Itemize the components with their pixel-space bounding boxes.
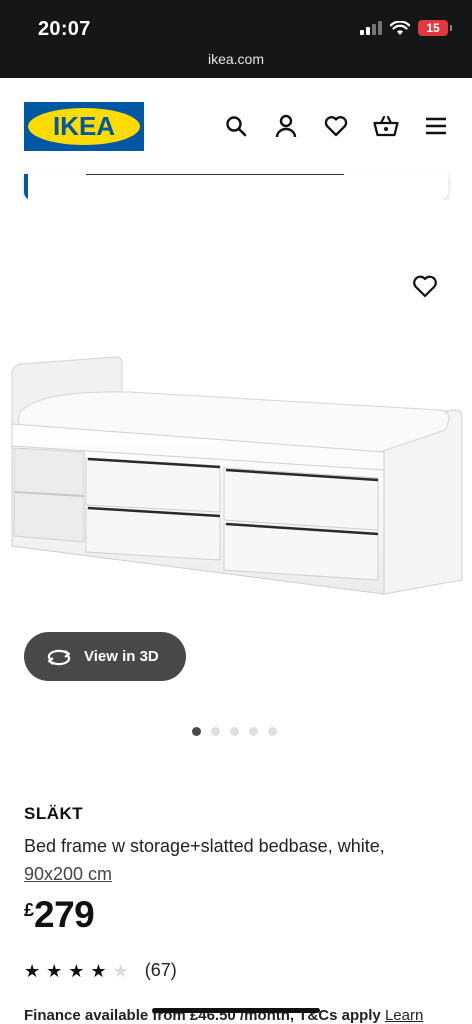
review-count[interactable]: (67)	[145, 960, 177, 981]
carousel-dot-2[interactable]	[211, 727, 220, 736]
signal-icon	[360, 21, 382, 35]
status-time: 20:07	[38, 18, 91, 40]
wifi-icon	[390, 20, 410, 35]
product-image	[11, 356, 463, 595]
logo-text: IKEA	[52, 111, 116, 141]
price-value: 279	[34, 894, 95, 935]
logo-oval: IKEA	[28, 108, 140, 145]
carousel-dots	[192, 727, 277, 736]
ikea-logo[interactable]: IKEA	[24, 102, 144, 151]
status-bar: 20:07 15 ikea.com	[0, 0, 472, 78]
finance-learn-link[interactable]: Learn	[385, 1007, 423, 1024]
price-currency: £	[24, 900, 35, 920]
size-link[interactable]: 90x200 cm	[24, 864, 112, 884]
site-header: IKEA	[0, 78, 472, 174]
star-full-icon: ★	[68, 960, 85, 981]
product-description: Bed frame w storage+slatted bedbase, whi…	[24, 832, 454, 888]
carousel-dot-4[interactable]	[249, 727, 258, 736]
account-icon[interactable]	[272, 112, 300, 140]
star-full-icon: ★	[46, 960, 63, 981]
banner-link[interactable]	[86, 174, 344, 175]
carousel-dot-1[interactable]	[192, 727, 201, 736]
address-bar-url[interactable]: ikea.com	[0, 51, 472, 67]
menu-icon[interactable]	[422, 112, 450, 140]
view-in-3d-button[interactable]: View in 3D	[24, 632, 186, 681]
view-in-3d-label: View in 3D	[84, 648, 159, 665]
product-name: SLÄKT	[24, 804, 84, 823]
header-icons	[222, 112, 450, 140]
basket-icon[interactable]	[372, 112, 400, 140]
star-empty-icon: ★	[112, 960, 129, 981]
product-description-text: Bed frame w storage+slatted bedbase, whi…	[24, 836, 385, 856]
product-price: £ 279	[24, 894, 95, 936]
home-indicator[interactable]	[152, 1008, 320, 1013]
status-icons: 15	[360, 20, 452, 36]
banner-accent	[24, 174, 28, 200]
carousel-dot-3[interactable]	[230, 727, 239, 736]
wishlist-heart-icon[interactable]	[322, 112, 350, 140]
star-full-icon: ★	[90, 960, 107, 981]
search-icon[interactable]	[222, 112, 250, 140]
star-full-icon: ★	[24, 960, 41, 981]
carousel-dot-5[interactable]	[268, 727, 277, 736]
rotate-3d-icon	[47, 649, 71, 665]
product-rating[interactable]: ★ ★ ★ ★ ★ (67)	[24, 960, 177, 981]
info-banner[interactable]	[24, 174, 448, 200]
favourite-heart-icon[interactable]	[412, 274, 438, 300]
battery-indicator: 15	[418, 20, 452, 36]
